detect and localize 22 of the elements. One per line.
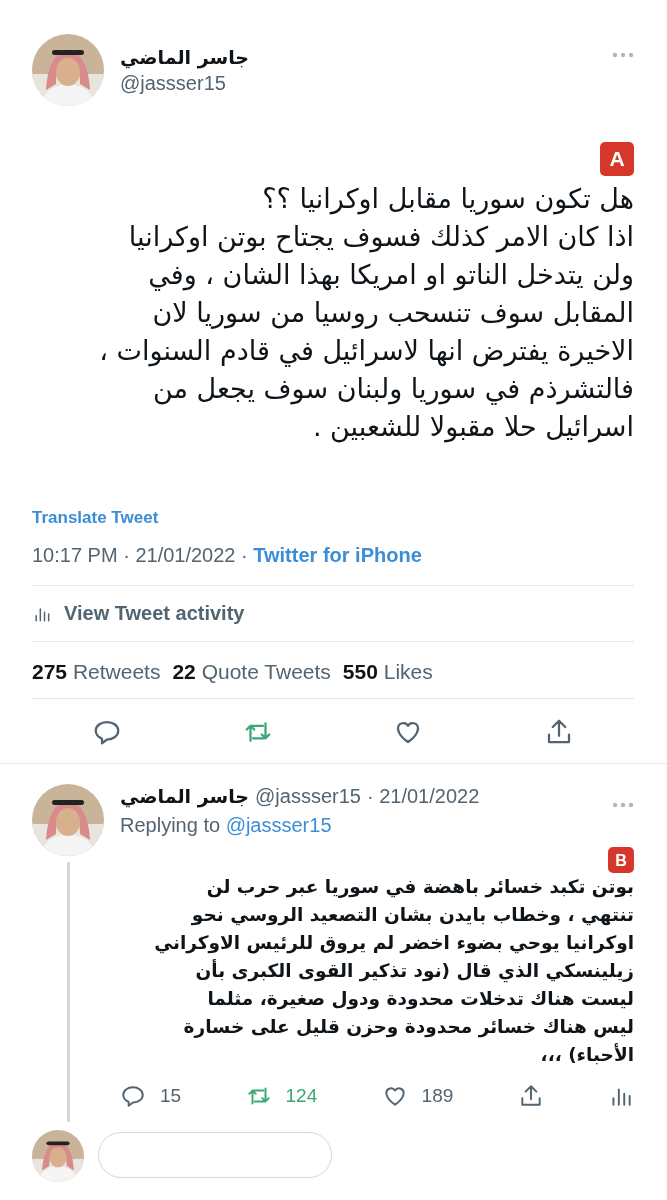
letter-badge: A [600,142,634,176]
like-button[interactable]: 189 [381,1083,454,1109]
stat-count[interactable]: 550 Likes [342,660,433,684]
mention-link[interactable]: @jassser15 [225,814,332,836]
author-name: جاسر الماضي [120,785,250,807]
replying-label: Replying to [120,814,222,836]
letter-badge: B [608,847,634,873]
reply-button[interactable]: 15 [120,1083,182,1109]
speech-bubble-icon [120,1083,146,1109]
author-handle: @jassser15 [120,71,227,95]
tweet-timestamp: 10:17 PM · 21/01/2022 · [32,544,249,566]
tweet-text: هل تكون سوريا مقابل اوكرانيا ؟؟ اذا كان الامر كذلك فسوف يجتاح بوتن اوكرانيا ولن يتدخل الناتو او امريكا بهذا الشان ، وفي المقابل سوف تنسحب روسيا من سوريا لان الاخيرة يفترض انها لاسرائيل في قادم السنوات ، فالتشرذم في سوريا ولبنان سوف يجعل من اسرائيل حلا مقبولا للشعبين . [98,182,634,445]
reply-date: · 21/01/2022 [366,784,481,808]
reply-text: بوتن تكبد خسائر باهضة في سوريا عبر حرب لن تنتهي ، وخطاب بايدن بشان التصعيد الروسي نحو اوكرانيا يوحي بضوء اخضر لم يروق للرئيس الاوكراني زيلينسكي الذي قال (نود تذكير القوى الكبرى بأن ليست هناك تدخلات محدودة ودول صغيرة، مثلما ليس هناك خسائر محدودة وحزن قليل على خسارة الأحباء) ،،، [153,875,634,1067]
source-link[interactable]: Twitter for iPhone [253,544,422,566]
translate-link[interactable]: Translate Tweet [32,508,159,527]
stat-count[interactable]: 275 Retweets [32,660,161,684]
author-name: جاسر الماضي [120,45,251,68]
retweet-button[interactable]: 124 [245,1083,318,1109]
activity-link[interactable]: View Tweet activity [64,602,245,625]
stat-count[interactable]: 22 Quote Tweets [172,660,331,684]
author-handle: @jassser15 [255,784,361,808]
